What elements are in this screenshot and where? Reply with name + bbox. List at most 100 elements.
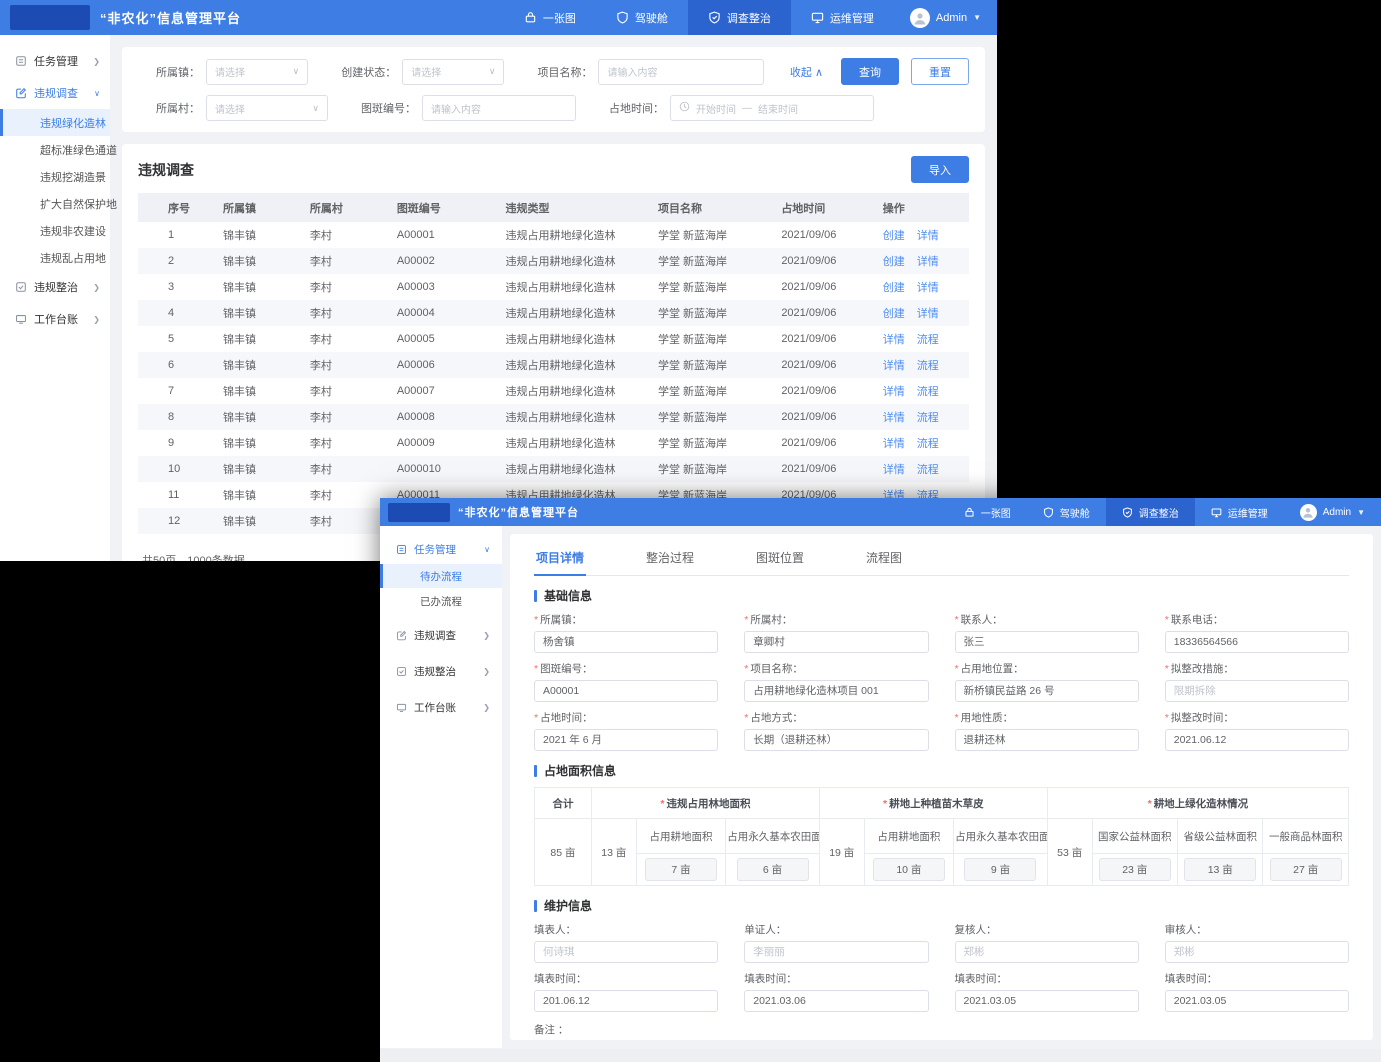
nav-ops-management[interactable]: 运维管理 <box>791 0 894 35</box>
sidebar-item-tasks[interactable]: 任务管理 ❯ <box>0 45 110 77</box>
action-link[interactable]: 详情 <box>917 282 939 294</box>
user-menu[interactable]: Admin ▼ <box>894 8 997 28</box>
sidebar-item-survey[interactable]: 违规调查 ∨ <box>0 77 110 109</box>
sidebar-item-ledger[interactable]: 工作台账 ❯ <box>0 303 110 335</box>
sidebar-subitem[interactable]: 违规乱占用地 <box>0 244 110 271</box>
nav-cockpit[interactable]: 驾驶舱 <box>596 0 688 35</box>
sidebar-subitem[interactable]: 超标准绿色通道 <box>0 136 110 163</box>
cell-no: 9 <box>138 430 215 456</box>
field-input[interactable]: 章卿村 <box>744 631 928 653</box>
tab-plot-location[interactable]: 图斑位置 <box>754 542 806 576</box>
sidebar-item-rectify[interactable]: 违规整治 ❯ <box>380 658 502 684</box>
action-link[interactable]: 创建 <box>883 230 905 242</box>
field-input[interactable]: 新桥镇民益路 26 号 <box>955 680 1139 702</box>
field-input[interactable]: 201.06.12 <box>534 990 718 1012</box>
field-input[interactable]: 限期拆除 <box>1165 680 1349 702</box>
action-link[interactable]: 流程 <box>917 334 939 346</box>
area-value-box[interactable]: 10 亩 <box>873 858 945 881</box>
collapse-toggle[interactable]: 收起 ∧ <box>790 64 823 80</box>
action-link[interactable]: 详情 <box>883 360 905 372</box>
sidebar-item-ledger[interactable]: 工作台账 ❯ <box>380 694 502 720</box>
action-link[interactable]: 创建 <box>883 282 905 294</box>
field-input[interactable]: 退耕还林 <box>955 729 1139 751</box>
search-button[interactable]: 查询 <box>841 58 899 85</box>
sidebar-subitem[interactable]: 扩大自然保护地 <box>0 190 110 217</box>
section-bar <box>534 900 537 912</box>
detail-tabs: 项目详情 整治过程 图斑位置 流程图 <box>534 542 1349 576</box>
date-range-input[interactable]: 开始时间 — 结束时间 <box>670 95 874 121</box>
sidebar-subitem-todo[interactable]: 待办流程 <box>380 564 502 588</box>
sidebar-item-rectify[interactable]: 违规整治 ❯ <box>0 271 110 303</box>
sidebar-item-survey[interactable]: 违规调查 ❯ <box>380 622 502 648</box>
sidebar-subitem[interactable]: 违规挖湖造景 <box>0 163 110 190</box>
tab-project-detail[interactable]: 项目详情 <box>534 542 586 576</box>
project-name-input[interactable]: 请输入内容 <box>598 59 763 85</box>
cell-town: 锦丰镇 <box>215 482 302 508</box>
field-input[interactable]: A00001 <box>534 680 718 702</box>
action-link[interactable]: 创建 <box>883 308 905 320</box>
tab-rectify-process[interactable]: 整治过程 <box>644 542 696 576</box>
field-input[interactable]: 杨舍镇 <box>534 631 718 653</box>
town-select[interactable]: 请选择∨ <box>206 59 308 85</box>
sidebar-item-tasks[interactable]: 任务管理 ∨ <box>380 536 502 562</box>
reset-button[interactable]: 重置 <box>911 58 969 85</box>
required-asterisk: * <box>534 614 538 626</box>
field-input[interactable]: 李丽丽 <box>744 941 928 963</box>
action-link[interactable]: 详情 <box>883 412 905 424</box>
field-label-text: 占地时间： <box>540 712 593 724</box>
shield-icon <box>616 11 629 24</box>
field-input[interactable]: 18336564566 <box>1165 631 1349 653</box>
action-link[interactable]: 详情 <box>883 464 905 476</box>
field-input[interactable]: 2021 年 6 月 <box>534 729 718 751</box>
action-link[interactable]: 详情 <box>883 386 905 398</box>
field-input[interactable]: 2021.03.05 <box>1165 990 1349 1012</box>
field-input[interactable]: 2021.06.12 <box>1165 729 1349 751</box>
nav-one-map[interactable]: 一张图 <box>948 498 1027 526</box>
plot-code-input[interactable]: 请输入内容 <box>422 95 576 121</box>
import-button[interactable]: 导入 <box>911 156 969 183</box>
nav-survey-rectify[interactable]: 调查整治 <box>688 0 791 35</box>
nav-survey-rectify[interactable]: 调查整治 <box>1106 498 1195 526</box>
area-value-box[interactable]: 13 亩 <box>1184 858 1256 881</box>
field-input[interactable]: 长期（退耕还林） <box>744 729 928 751</box>
action-link[interactable]: 详情 <box>917 308 939 320</box>
area-value-box[interactable]: 6 亩 <box>737 858 809 881</box>
action-link[interactable]: 流程 <box>917 386 939 398</box>
field-input[interactable]: 2021.03.05 <box>955 990 1139 1012</box>
field-input[interactable]: 郑彬 <box>955 941 1139 963</box>
nav-one-map[interactable]: 一张图 <box>504 0 596 35</box>
area-value-box[interactable]: 9 亩 <box>964 858 1036 881</box>
action-link[interactable]: 流程 <box>917 412 939 424</box>
sidebar-subitem-done[interactable]: 已办流程 <box>380 589 502 613</box>
village-select[interactable]: 请选择∨ <box>206 95 328 121</box>
action-link[interactable]: 流程 <box>917 360 939 372</box>
area-value-box[interactable]: 7 亩 <box>645 858 717 881</box>
action-link[interactable]: 流程 <box>917 464 939 476</box>
area-value-box[interactable]: 27 亩 <box>1270 858 1342 881</box>
cell-actions: 详情流程 <box>875 326 969 352</box>
field-input[interactable]: 占用耕地绿化造林项目 001 <box>744 680 928 702</box>
cell-town: 锦丰镇 <box>215 404 302 430</box>
field-input[interactable]: 郑彬 <box>1165 941 1349 963</box>
field-input[interactable]: 张三 <box>955 631 1139 653</box>
action-link[interactable]: 详情 <box>917 256 939 268</box>
user-menu[interactable]: Admin ▼ <box>1284 504 1381 521</box>
nav-ops-management[interactable]: 运维管理 <box>1195 498 1284 526</box>
field-input[interactable]: 何诗琪 <box>534 941 718 963</box>
action-link[interactable]: 详情 <box>883 334 905 346</box>
sidebar-subitem[interactable]: 违规绿化造林 <box>0 109 110 136</box>
action-link[interactable]: 详情 <box>883 438 905 450</box>
area-subtotal-value: 13 亩 <box>591 819 636 886</box>
field-input[interactable]: 2021.03.06 <box>744 990 928 1012</box>
tab-flowchart[interactable]: 流程图 <box>864 542 904 576</box>
column-header: 序号 <box>138 193 215 222</box>
area-value-box[interactable]: 23 亩 <box>1099 858 1171 881</box>
sidebar-subitem[interactable]: 违规非农建设 <box>0 217 110 244</box>
action-link[interactable]: 流程 <box>917 438 939 450</box>
action-link[interactable]: 详情 <box>917 230 939 242</box>
required-asterisk: * <box>744 663 748 675</box>
nav-cockpit[interactable]: 驾驶舱 <box>1027 498 1106 526</box>
edit-square-icon <box>15 87 27 99</box>
action-link[interactable]: 创建 <box>883 256 905 268</box>
status-select[interactable]: 请选择∨ <box>402 59 504 85</box>
